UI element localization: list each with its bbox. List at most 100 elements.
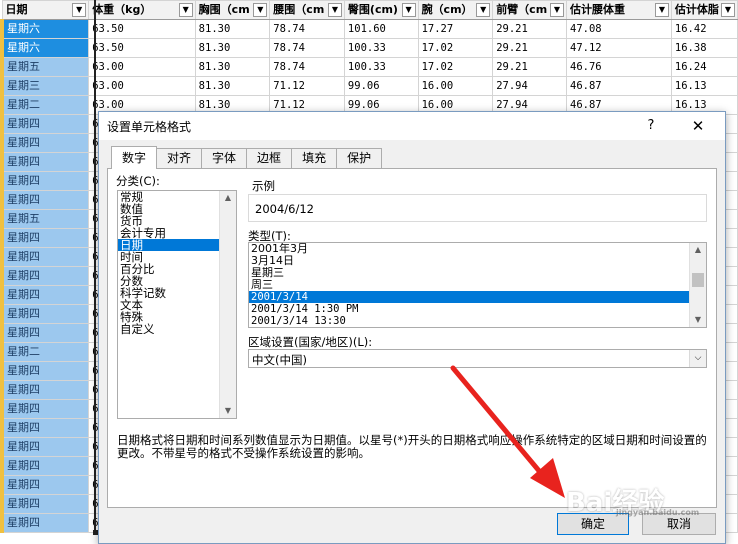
- data-cell[interactable]: 100.33: [343, 38, 419, 58]
- date-cell[interactable]: 星期四: [0, 247, 90, 267]
- data-cell[interactable]: 71.12: [269, 76, 345, 96]
- tab-5[interactable]: 保护: [336, 148, 383, 168]
- data-cell[interactable]: 63.00: [88, 57, 196, 77]
- column-header[interactable]: 胸围（cm ▼: [194, 0, 271, 20]
- date-cell[interactable]: 星期四: [0, 190, 90, 210]
- date-cell[interactable]: 星期五: [0, 209, 90, 229]
- date-cell[interactable]: 星期四: [0, 171, 90, 191]
- data-cell[interactable]: 46.76: [566, 57, 672, 77]
- date-cell[interactable]: 星期四: [0, 494, 90, 514]
- type-item[interactable]: 周三: [249, 279, 689, 291]
- column-header[interactable]: 估计腰体重 ▼: [566, 0, 672, 20]
- category-scrollbar[interactable]: ▲ ▼: [219, 191, 236, 418]
- tab-4[interactable]: 填充: [291, 148, 338, 168]
- data-cell[interactable]: 78.74: [269, 38, 345, 58]
- filter-dropdown-icon[interactable]: ▼: [550, 3, 564, 17]
- date-cell[interactable]: 星期四: [0, 152, 90, 172]
- scroll-up-icon[interactable]: ▲: [690, 243, 706, 257]
- data-cell[interactable]: 16.13: [670, 76, 738, 96]
- date-cell[interactable]: 星期四: [0, 228, 90, 248]
- date-cell[interactable]: 星期二: [0, 342, 90, 362]
- tab-1[interactable]: 对齐: [156, 148, 203, 168]
- date-cell[interactable]: 星期二: [0, 95, 90, 115]
- data-cell[interactable]: 27.94: [492, 76, 567, 96]
- date-cell[interactable]: 星期四: [0, 285, 90, 305]
- data-cell[interactable]: 17.27: [417, 19, 494, 39]
- type-item[interactable]: 2001/3/14: [249, 291, 689, 303]
- filter-dropdown-icon[interactable]: ▼: [327, 3, 342, 17]
- column-header[interactable]: 腰围（cm ▼: [269, 0, 345, 20]
- column-header[interactable]: 估计体脂 ▼: [670, 0, 738, 20]
- data-cell[interactable]: 16.38: [670, 38, 738, 58]
- column-header[interactable]: 臀围(cm) ▼: [343, 0, 419, 20]
- scroll-up-icon[interactable]: ▲: [220, 191, 236, 205]
- date-cell[interactable]: 星期四: [0, 133, 90, 153]
- type-item[interactable]: 3月14日: [249, 255, 689, 267]
- date-cell[interactable]: 星期四: [0, 380, 90, 400]
- column-header[interactable]: 腕（cm） ▼: [417, 0, 494, 20]
- filter-dropdown-icon[interactable]: ▼: [654, 3, 669, 17]
- region-select[interactable]: 中文(中国) ⌵: [248, 349, 707, 368]
- filter-dropdown-icon[interactable]: ▼: [476, 3, 491, 17]
- data-cell[interactable]: 63.00: [88, 76, 196, 96]
- tab-2[interactable]: 字体: [201, 148, 248, 168]
- data-cell[interactable]: 63.50: [88, 38, 196, 58]
- column-header[interactable]: 体重（kg） ▼: [88, 0, 196, 20]
- date-cell[interactable]: 星期四: [0, 361, 90, 381]
- tab-0[interactable]: 数字: [111, 146, 158, 169]
- data-cell[interactable]: 47.12: [566, 38, 672, 58]
- date-cell[interactable]: 星期六: [0, 38, 90, 58]
- data-cell[interactable]: 81.30: [194, 38, 271, 58]
- type-list[interactable]: 2001年3月 3月14日 星期三 周三 2001/3/14 2001/3/14 1:30…: [248, 242, 707, 328]
- data-cell[interactable]: 81.30: [194, 57, 271, 77]
- date-cell[interactable]: 星期三: [0, 76, 90, 96]
- data-cell[interactable]: 17.02: [417, 38, 494, 58]
- data-cell[interactable]: 100.33: [343, 57, 419, 77]
- data-cell[interactable]: 29.21: [492, 38, 567, 58]
- date-cell[interactable]: 星期四: [0, 323, 90, 343]
- date-cell[interactable]: 星期四: [0, 304, 90, 324]
- tab-3[interactable]: 边框: [246, 148, 293, 168]
- dialog-titlebar[interactable]: 设置单元格格式 ? ✕: [99, 112, 725, 140]
- data-cell[interactable]: 16.42: [670, 19, 738, 39]
- date-cell[interactable]: 星期五: [0, 57, 90, 77]
- data-cell[interactable]: 29.21: [492, 19, 567, 39]
- type-item[interactable]: 2001/3/14 13:30: [249, 315, 689, 327]
- date-cell[interactable]: 星期四: [0, 456, 90, 476]
- filter-dropdown-icon[interactable]: ▼: [401, 3, 416, 17]
- type-item[interactable]: 2001年3月: [249, 243, 689, 255]
- category-list[interactable]: 常规 数值 货币 会计专用 日期 时间 百分比 分数 科学记数 文本 特殊 自定义 ▲ ▼: [117, 190, 237, 419]
- filter-dropdown-icon[interactable]: ▼: [72, 3, 87, 17]
- date-cell[interactable]: 星期四: [0, 513, 90, 533]
- type-item[interactable]: 星期三: [249, 267, 689, 279]
- date-cell[interactable]: 星期四: [0, 475, 90, 495]
- scroll-down-icon[interactable]: ▼: [690, 313, 706, 327]
- data-cell[interactable]: 81.30: [194, 19, 271, 39]
- data-cell[interactable]: 78.74: [269, 19, 345, 39]
- data-cell[interactable]: 99.06: [343, 76, 419, 96]
- filter-dropdown-icon[interactable]: ▼: [721, 3, 735, 17]
- data-cell[interactable]: 16.24: [670, 57, 738, 77]
- scroll-thumb[interactable]: [692, 273, 704, 287]
- type-item[interactable]: 2001/3/14 1:30 PM: [249, 303, 689, 315]
- data-cell[interactable]: 81.30: [194, 76, 271, 96]
- date-cell[interactable]: 星期四: [0, 437, 90, 457]
- chevron-down-icon[interactable]: ⌵: [689, 350, 706, 367]
- scroll-down-icon[interactable]: ▼: [220, 404, 236, 418]
- date-cell[interactable]: 星期四: [0, 418, 90, 438]
- date-cell[interactable]: 星期四: [0, 114, 90, 134]
- data-cell[interactable]: 16.00: [417, 76, 494, 96]
- data-cell[interactable]: 29.21: [492, 57, 567, 77]
- filter-dropdown-icon[interactable]: ▼: [178, 3, 193, 17]
- help-icon[interactable]: ?: [641, 116, 661, 136]
- type-scrollbar[interactable]: ▲ ▼: [689, 243, 706, 327]
- data-cell[interactable]: 63.50: [88, 19, 196, 39]
- data-cell[interactable]: 46.87: [566, 76, 672, 96]
- data-cell[interactable]: 17.02: [417, 57, 494, 77]
- data-cell[interactable]: 47.08: [566, 19, 672, 39]
- column-header[interactable]: 日期 ▼: [1, 0, 90, 20]
- date-cell[interactable]: 星期六: [0, 19, 90, 39]
- close-icon[interactable]: ✕: [687, 116, 709, 136]
- data-cell[interactable]: 78.74: [269, 57, 345, 77]
- date-cell[interactable]: 星期四: [0, 399, 90, 419]
